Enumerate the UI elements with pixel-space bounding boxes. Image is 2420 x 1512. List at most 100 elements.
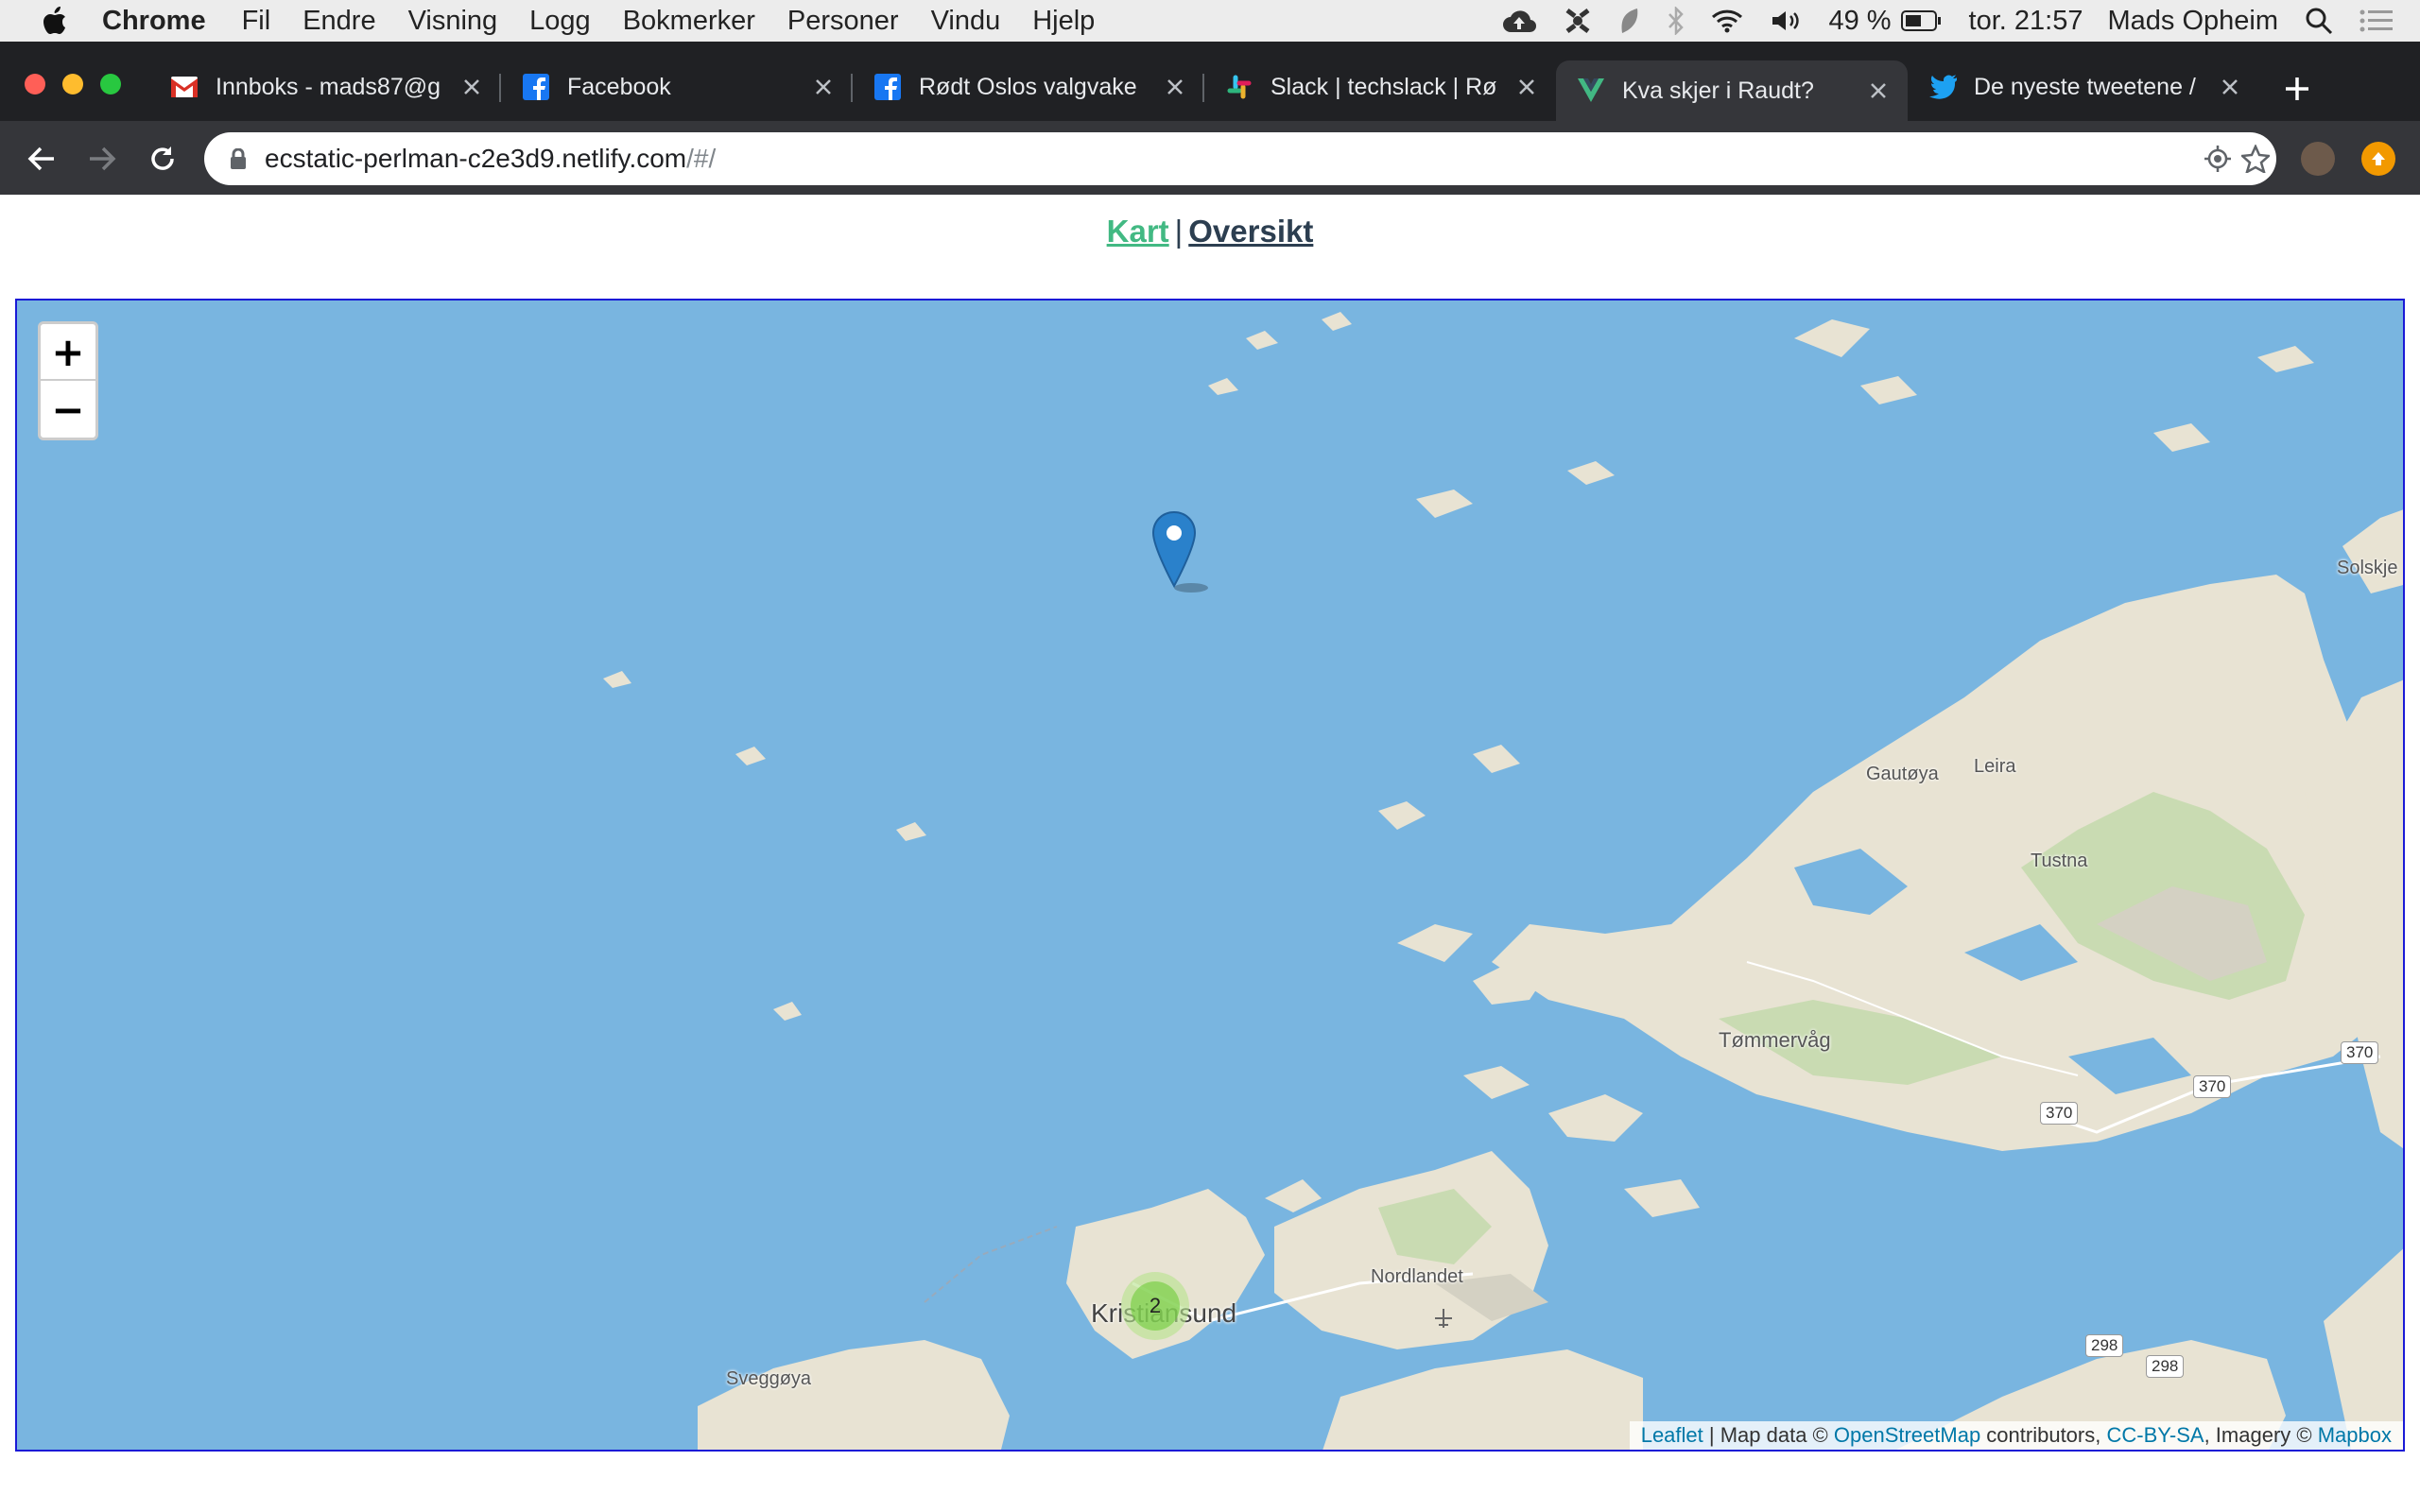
road-shield: 298 <box>2146 1355 2185 1378</box>
map-label-leira: Leira <box>1974 756 2016 777</box>
road-shield: 370 <box>2341 1041 2379 1064</box>
vue-icon <box>1577 77 1605 105</box>
zoom-in-button[interactable]: + <box>41 324 95 381</box>
attribution-text: , Imagery © <box>2204 1423 2318 1447</box>
tab-facebook[interactable]: Facebook <box>501 60 853 113</box>
attribution-text: contributors, <box>1980 1423 2107 1447</box>
menu-bokmerker[interactable]: Bokmerker <box>623 6 755 37</box>
page-nav: Kart | Oversikt <box>0 214 2420 249</box>
battery-percentage[interactable]: 49 % <box>1828 6 1891 37</box>
battery-icon[interactable] <box>1900 9 1943 32</box>
leaf-icon[interactable] <box>1618 7 1641 35</box>
menu-logg[interactable]: Logg <box>529 6 591 37</box>
tab-title: Slack | techslack | Rø <box>1270 73 1497 100</box>
url-text: ecstatic-perlman-c2e3d9.netlify.com/#/ <box>265 144 716 174</box>
url-path: /#/ <box>686 144 717 173</box>
clock[interactable]: tor. 21:57 <box>1969 6 2083 37</box>
map-label-gautoya: Gautøya <box>1866 764 1939 784</box>
menu-app-name[interactable]: Chrome <box>102 6 206 37</box>
tab-title: Rødt Oslos valgvake <box>919 73 1137 100</box>
zoom-out-button[interactable]: − <box>41 381 95 438</box>
tab-title: De nyeste tweetene / <box>1974 73 2196 100</box>
marker-cluster-count: 2 <box>1131 1281 1180 1331</box>
nav-link-oversikt[interactable]: Oversikt <box>1188 214 1313 249</box>
menu-endre[interactable]: Endre <box>302 6 375 37</box>
address-bar[interactable]: ecstatic-perlman-c2e3d9.netlify.com/#/ <box>204 132 2276 185</box>
tab-rodt-oslo-valgvake[interactable]: Rødt Oslos valgvake <box>853 60 1204 113</box>
map-label-tommervag: Tømmervåg <box>1719 1028 1831 1052</box>
attribution-text: | Map data © <box>1703 1423 1834 1447</box>
airport-icon <box>1433 1308 1454 1333</box>
mapbox-link[interactable]: Mapbox <box>2318 1423 2392 1447</box>
close-icon[interactable] <box>1864 77 1893 105</box>
profile-avatar[interactable] <box>2301 142 2335 176</box>
volume-icon[interactable] <box>1770 9 1802 33</box>
bluetooth-icon[interactable] <box>1668 7 1685 35</box>
window-maximize-button[interactable] <box>100 74 121 94</box>
close-icon[interactable] <box>2216 73 2244 101</box>
zoom-control: + − <box>38 321 98 440</box>
facebook-icon <box>522 73 550 101</box>
map-tiles[interactable] <box>17 301 2405 1452</box>
user-name[interactable]: Mads Opheim <box>2107 6 2278 37</box>
road-shield: 370 <box>2193 1075 2232 1098</box>
close-icon[interactable] <box>809 73 838 101</box>
openstreetmap-link[interactable]: OpenStreetMap <box>1834 1423 1980 1447</box>
menu-fil[interactable]: Fil <box>242 6 271 37</box>
back-button[interactable] <box>21 138 62 180</box>
arrow-left-icon <box>27 146 54 171</box>
browser-tab-strip: Innboks - mads87@g Facebook Rødt Oslos v… <box>0 42 2420 121</box>
bookmark-star-icon[interactable] <box>2240 144 2271 174</box>
location-target-icon[interactable] <box>2203 144 2233 174</box>
close-icon[interactable] <box>1161 73 1189 101</box>
macos-menubar: Chrome Fil Endre Visning Logg Bokmerker … <box>0 0 2420 42</box>
notification-center-icon[interactable] <box>2360 9 2394 33</box>
lock-icon[interactable] <box>225 146 251 172</box>
road-shield: 298 <box>2085 1334 2124 1357</box>
road-shield: 370 <box>2040 1102 2079 1125</box>
tab-title: Facebook <box>567 73 671 100</box>
plus-icon <box>2286 77 2308 100</box>
facebook-icon <box>873 73 902 101</box>
tab-twitter[interactable]: De nyeste tweetene / <box>1908 60 2259 113</box>
menu-vindu[interactable]: Vindu <box>931 6 1001 37</box>
close-icon[interactable] <box>1512 73 1541 101</box>
menu-personer[interactable]: Personer <box>787 6 899 37</box>
url-host: ecstatic-perlman-c2e3d9.netlify.com <box>265 144 687 173</box>
wifi-icon[interactable] <box>1711 9 1743 33</box>
menu-hjelp[interactable]: Hjelp <box>1032 6 1095 37</box>
browser-toolbar: ecstatic-perlman-c2e3d9.netlify.com/#/ <box>0 121 2420 195</box>
tab-title: Kva skjer i Raudt? <box>1622 77 1814 104</box>
nav-link-kart[interactable]: Kart <box>1107 214 1169 249</box>
nav-separator: | <box>1174 214 1184 249</box>
map-label-tustna: Tustna <box>2031 850 2088 871</box>
new-tab-button[interactable] <box>2276 68 2318 110</box>
window-close-button[interactable] <box>25 74 45 94</box>
gmail-icon <box>170 73 199 101</box>
slack-icon <box>1225 73 1253 101</box>
twitter-icon <box>1928 73 1957 101</box>
apple-icon[interactable] <box>36 2 74 40</box>
arrow-right-icon <box>90 146 116 171</box>
tab-slack[interactable]: Slack | techslack | Rø <box>1204 60 1556 113</box>
spotlight-search-icon[interactable] <box>2305 7 2333 35</box>
cloud-upload-icon[interactable] <box>1501 8 1537 34</box>
reload-icon <box>151 146 174 170</box>
close-icon[interactable] <box>458 73 486 101</box>
pinwheel-icon[interactable] <box>1564 7 1592 35</box>
menu-visning[interactable]: Visning <box>408 6 498 37</box>
cc-by-sa-link[interactable]: CC-BY-SA <box>2106 1423 2204 1447</box>
map-attribution: Leaflet | Map data © OpenStreetMap contr… <box>1629 1421 2403 1450</box>
reload-button[interactable] <box>142 138 183 180</box>
tab-kva-skjer-i-raudt[interactable]: Kva skjer i Raudt? <box>1556 60 1908 121</box>
map-pin-marker[interactable] <box>1151 510 1227 600</box>
tab-gmail[interactable]: Innboks - mads87@g <box>149 60 501 113</box>
map-label-nordlandet: Nordlandet <box>1371 1266 1463 1287</box>
marker-cluster[interactable]: 2 <box>1121 1272 1189 1340</box>
update-icon[interactable] <box>2361 142 2395 176</box>
window-minimize-button[interactable] <box>62 74 83 94</box>
tab-title: Innboks - mads87@g <box>216 73 441 100</box>
leaflet-link[interactable]: Leaflet <box>1641 1423 1703 1447</box>
forward-button[interactable] <box>81 138 123 180</box>
leaflet-map[interactable]: Solskje Gautøya Leira Tustna Tømmervåg N… <box>15 299 2405 1452</box>
